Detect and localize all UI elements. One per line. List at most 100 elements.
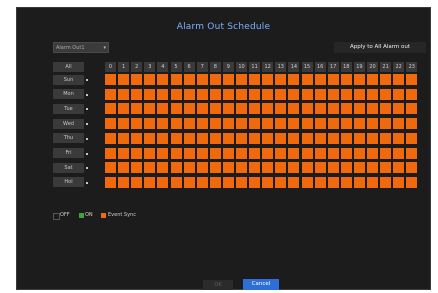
schedule-cell[interactable] [131,176,143,188]
schedule-cell[interactable] [301,132,313,144]
schedule-cell[interactable] [222,147,234,159]
schedule-cell[interactable] [209,118,221,130]
schedule-cell[interactable] [170,162,182,174]
day-label[interactable]: Wed [53,118,84,129]
schedule-cell[interactable] [314,132,326,144]
schedule-cell[interactable] [157,74,169,85]
schedule-cell[interactable] [249,147,261,159]
schedule-cell[interactable] [288,103,300,115]
alarm-out-select[interactable]: Alarm Out1 ▾ [53,42,109,53]
hour-header[interactable]: 7 [196,62,208,72]
schedule-cell[interactable] [183,74,195,85]
schedule-cell[interactable] [236,162,247,174]
hour-header[interactable]: 11 [249,62,261,72]
schedule-cell[interactable] [340,162,352,174]
schedule-cell[interactable] [209,162,221,174]
schedule-cell[interactable] [170,132,182,144]
schedule-cell[interactable] [353,162,365,174]
schedule-cell[interactable] [380,132,392,144]
schedule-cell[interactable] [314,88,326,100]
schedule-cell[interactable] [170,118,182,130]
schedule-cell[interactable] [262,176,274,188]
schedule-cell[interactable] [209,132,221,144]
schedule-cell[interactable] [144,147,156,159]
schedule-cell[interactable] [209,88,221,100]
schedule-cell[interactable] [275,118,287,130]
hour-header[interactable]: 13 [275,62,287,72]
schedule-cell[interactable] [262,132,274,144]
schedule-cell[interactable] [118,103,130,115]
schedule-cell[interactable] [249,103,261,115]
schedule-cell[interactable] [196,74,208,85]
schedule-cell[interactable] [275,88,287,100]
schedule-cell[interactable] [144,118,156,130]
schedule-cell[interactable] [196,103,208,115]
schedule-cell[interactable] [222,74,234,85]
cancel-button[interactable]: Cancel [243,279,279,290]
schedule-cell[interactable] [301,88,313,100]
schedule-cell[interactable] [275,132,287,144]
schedule-cell[interactable] [262,162,274,174]
schedule-cell[interactable] [327,132,339,144]
schedule-cell[interactable] [131,118,143,130]
schedule-cell[interactable] [222,88,234,100]
schedule-cell[interactable] [353,118,365,130]
schedule-cell[interactable] [288,176,300,188]
day-label[interactable]: Hol [53,177,84,188]
schedule-cell[interactable] [393,147,405,159]
schedule-cell[interactable] [183,176,195,188]
schedule-cell[interactable] [340,118,352,130]
schedule-cell[interactable] [144,88,156,100]
hour-header[interactable]: 15 [301,62,313,72]
schedule-cell[interactable] [144,132,156,144]
schedule-cell[interactable] [301,74,313,85]
hour-header[interactable]: 17 [327,62,339,72]
day-label[interactable]: Sat [53,162,84,173]
schedule-cell[interactable] [183,103,195,115]
hour-header[interactable]: 14 [288,62,300,72]
schedule-cell[interactable] [105,132,116,144]
schedule-cell[interactable] [105,88,116,100]
schedule-cell[interactable] [183,88,195,100]
schedule-cell[interactable] [380,74,392,85]
schedule-cell[interactable] [262,118,274,130]
schedule-cell[interactable] [275,176,287,188]
schedule-cell[interactable] [222,118,234,130]
schedule-cell[interactable] [118,147,130,159]
schedule-cell[interactable] [105,176,116,188]
schedule-cell[interactable] [209,147,221,159]
schedule-cell[interactable] [170,147,182,159]
day-label[interactable]: Thu [53,133,84,144]
schedule-cell[interactable] [105,162,116,174]
schedule-cell[interactable] [170,103,182,115]
schedule-cell[interactable] [236,74,247,85]
schedule-cell[interactable] [144,103,156,115]
schedule-cell[interactable] [327,103,339,115]
schedule-cell[interactable] [367,176,378,188]
schedule-cell[interactable] [406,88,418,100]
schedule-cell[interactable] [393,162,405,174]
schedule-cell[interactable] [353,74,365,85]
ok-button[interactable]: OK [203,280,233,290]
schedule-cell[interactable] [183,147,195,159]
schedule-cell[interactable] [314,162,326,174]
schedule-cell[interactable] [314,118,326,130]
schedule-cell[interactable] [236,147,247,159]
schedule-cell[interactable] [340,103,352,115]
schedule-cell[interactable] [144,74,156,85]
schedule-cell[interactable] [340,74,352,85]
schedule-cell[interactable] [393,132,405,144]
schedule-cell[interactable] [340,176,352,188]
schedule-cell[interactable] [340,88,352,100]
schedule-cell[interactable] [301,118,313,130]
schedule-cell[interactable] [367,118,378,130]
schedule-cell[interactable] [367,147,378,159]
schedule-cell[interactable] [275,162,287,174]
schedule-cell[interactable] [157,88,169,100]
hour-header[interactable]: 8 [209,62,221,72]
schedule-cell[interactable] [105,118,116,130]
schedule-cell[interactable] [157,118,169,130]
schedule-cell[interactable] [118,162,130,174]
schedule-cell[interactable] [209,103,221,115]
day-label[interactable]: Sun [53,74,84,85]
